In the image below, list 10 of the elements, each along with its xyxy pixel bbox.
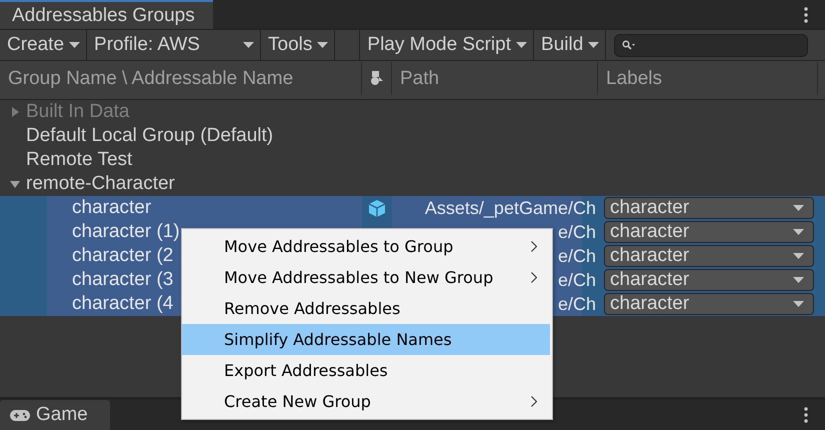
entry-name: character (3 — [72, 269, 174, 291]
entry-name: character (2 — [72, 245, 174, 267]
asset-path: e/Ch — [558, 246, 596, 266]
asset-path: e/Ch — [558, 270, 596, 290]
entry-name: character (4 — [72, 293, 174, 315]
asset-path: Assets/_petGame/Ch — [424, 198, 596, 218]
entry-name: character — [72, 197, 152, 219]
asset-path: e/Ch — [558, 222, 596, 242]
asset-path: e/Ch — [558, 294, 596, 314]
entry-name: character (1) — [72, 221, 180, 243]
